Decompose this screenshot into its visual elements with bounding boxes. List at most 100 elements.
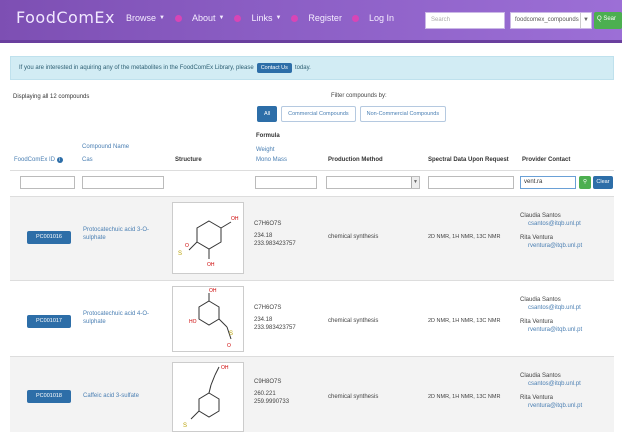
brand-logo[interactable]: FoodComEx (16, 8, 115, 27)
filter-commercial-button[interactable]: Commercial Compounds (281, 106, 356, 122)
nav-browse[interactable]: Browse ▼ (126, 13, 165, 23)
svg-text:OH: OH (209, 288, 217, 294)
nav-dot-icon (174, 14, 182, 22)
compound-count: Displaying all 12 compounds (13, 94, 90, 100)
spectral-data: 2D NMR, 1H NMR, 13C NMR (428, 318, 501, 324)
compound-id-button[interactable]: PC001017 (27, 315, 71, 328)
weight-value: 234.18 (254, 317, 273, 323)
filter-all-button[interactable]: All (257, 106, 278, 122)
contact-name: Rita Ventura (520, 235, 554, 241)
structure-image[interactable]: OH S OH O (172, 202, 244, 274)
spectral-data: 2D NMR, 1H NMR, 13C NMR (428, 394, 501, 400)
caret-down-icon: ▼ (218, 15, 225, 21)
nav-login[interactable]: Log In (369, 13, 394, 23)
caret-down-icon: ▼ (159, 15, 165, 21)
formula-cell: C7H6O7S 234.18 233.983423757 (254, 220, 296, 248)
contact-email-link[interactable]: rventura@itqb.unl.pt (520, 242, 582, 250)
nav-menu: Browse ▼ About ▼ Links ▼ Register Log In (126, 13, 394, 23)
svg-text:S: S (229, 331, 233, 337)
production-method: chemical synthesis (328, 234, 379, 240)
header-structure: Structure (175, 157, 202, 163)
svg-text:O: O (185, 243, 189, 249)
contact-email-link[interactable]: csantos@itqb.unl.pt (520, 220, 582, 228)
name-filter-input[interactable] (82, 176, 164, 189)
svg-text:HO: HO (189, 319, 197, 325)
provider-contact: Claudia Santos csantos@itqb.unl.pt Rita … (520, 212, 582, 250)
filter-label: Filter compounds by: (331, 93, 387, 99)
header-id-label: FoodComEx ID (14, 157, 56, 163)
search-scope-select[interactable]: foodcomex_compounds ▼ (510, 12, 592, 29)
table-row: PC001018 Caffeic acid 3-sulfate OH S C9H… (10, 356, 614, 432)
formula-value: C9H8O7S (254, 379, 282, 385)
contact-email-link[interactable]: rventura@itqb.unl.pt (520, 326, 582, 334)
compound-name-link[interactable]: Protocatechuic acid 3-O-sulphate (83, 226, 153, 242)
clear-button[interactable]: Clear (593, 176, 613, 189)
svg-text:S: S (178, 251, 182, 257)
structure-image[interactable]: OH S (172, 362, 244, 432)
header-production-method: Production Method (328, 157, 383, 163)
nav-links-label: Links (251, 13, 273, 23)
chevron-down-icon: ▼ (580, 13, 591, 28)
formula-cell: C7H6O7S 234.18 233.983423757 (254, 304, 296, 332)
search-button[interactable]: Q Sear (594, 12, 622, 29)
mono-mass-value: 233.983423757 (254, 241, 296, 247)
nav-dot-icon (351, 14, 359, 22)
table-row: PC001017 Protocatechuic acid 4-O-sulphat… (10, 280, 614, 364)
page: FoodComEx Browse ▼ About ▼ Links ▼ Register… (0, 0, 622, 432)
filter-button-group: All Commercial Compounds Non-Commercial … (257, 106, 447, 122)
nav-about[interactable]: About ▼ (192, 13, 224, 23)
row-divider (10, 196, 614, 197)
mono-mass-value: 233.983423757 (254, 325, 296, 331)
nav-register[interactable]: Register (308, 13, 342, 23)
id-filter-input[interactable] (20, 176, 75, 189)
header-id[interactable]: FoodComEx ID i (14, 157, 63, 163)
spectral-filter-input[interactable] (428, 176, 514, 189)
search-icon: ⚲ (582, 179, 588, 185)
contact-name: Claudia Santos (520, 373, 561, 379)
contact-name: Claudia Santos (520, 297, 561, 303)
search-scope-value: foodcomex_compounds (515, 17, 579, 23)
production-method: chemical synthesis (328, 318, 379, 324)
contact-us-button[interactable]: Contact Us (256, 63, 292, 73)
weight-value: 260.221 (254, 391, 276, 397)
search-input[interactable]: Search (425, 12, 505, 29)
contact-email-link[interactable]: rventura@itqb.unl.pt (520, 402, 582, 410)
method-filter-select[interactable]: ▼ (326, 176, 420, 189)
contact-email-link[interactable]: csantos@itqb.unl.pt (520, 380, 582, 388)
compound-name-link[interactable]: Caffeic acid 3-sulfate (83, 392, 153, 400)
alert-suffix: today. (294, 65, 311, 71)
info-alert: If you are interested in aquiring any of… (10, 56, 614, 80)
production-method: chemical synthesis (328, 394, 379, 400)
header-formula: Formula (256, 133, 280, 139)
contact-name: Claudia Santos (520, 213, 561, 219)
svg-text:O: O (227, 343, 231, 349)
provider-search-button[interactable]: ⚲ (579, 176, 591, 189)
row-divider (10, 356, 614, 357)
formula-value: C7H6O7S (254, 305, 282, 311)
formula-cell: C9H8O7S 260.221 259.9990733 (254, 378, 289, 406)
contact-email-link[interactable]: csantos@itqb.unl.pt (520, 304, 582, 312)
formula-filter-input[interactable] (255, 176, 317, 189)
compound-name-link[interactable]: Protocatechuic acid 4-O-sulphate (83, 310, 153, 326)
header-compound-name[interactable]: Compound Name (82, 144, 129, 150)
weight-value: 234.18 (254, 233, 273, 239)
nav-links[interactable]: Links ▼ (251, 13, 281, 23)
chevron-down-icon: ▼ (411, 177, 419, 188)
alert-text: If you are interested in aquiring any of… (19, 65, 254, 71)
table-row: PC001016 Protocatechuic acid 3-O-sulphat… (10, 196, 614, 280)
formula-value: C7H6O7S (254, 221, 282, 227)
compound-id-button[interactable]: PC001018 (27, 390, 71, 403)
header-weight[interactable]: Weight (256, 147, 275, 153)
compound-id-button[interactable]: PC001016 (27, 231, 71, 244)
structure-image[interactable]: OH HO S O (172, 286, 244, 352)
header-mono-mass[interactable]: Mono Mass (256, 157, 287, 163)
provider-filter-input[interactable]: vent.ra (520, 176, 576, 189)
provider-contact: Claudia Santos csantos@itqb.unl.pt Rita … (520, 296, 582, 334)
header-spectral: Spectral Data Upon Request (428, 157, 509, 163)
caret-down-icon: ▼ (275, 15, 282, 21)
filter-noncommercial-button[interactable]: Non-Commercial Compounds (359, 106, 447, 122)
nav-dot-icon (234, 14, 242, 22)
svg-text:S: S (183, 423, 187, 429)
header-divider (10, 170, 614, 171)
header-cas[interactable]: Cas (82, 157, 93, 163)
